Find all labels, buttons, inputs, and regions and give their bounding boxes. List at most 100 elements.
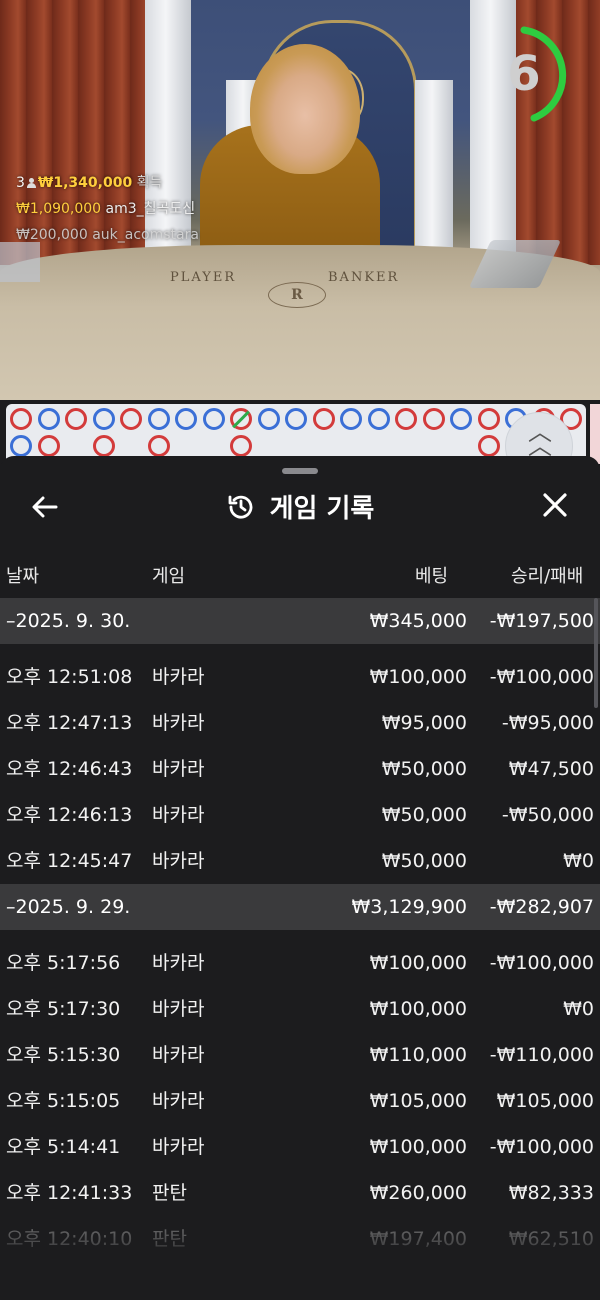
history-row[interactable]: 오후 5:17:56 바카라 ₩100,000 -₩100,000: [0, 940, 600, 986]
history-row[interactable]: 오후 12:51:08 바카라 ₩100,000 -₩100,000: [0, 654, 600, 700]
winners-count: 3: [16, 175, 25, 191]
table-label-player: PLAYER: [170, 270, 237, 285]
road-bead-player: [477, 408, 500, 430]
sheet-header: 게임 기록: [0, 482, 600, 536]
bead-road-map[interactable]: [6, 404, 586, 464]
history-row[interactable]: 오후 5:15:30 바카라 ₩110,000 -₩110,000: [0, 1032, 600, 1078]
road-bead-player: [477, 435, 500, 457]
row-win-loss: -₩95,000: [501, 712, 594, 734]
row-game: 바카라: [152, 1136, 205, 1158]
live-video-feed: R PLAYER BANKER R 3₩1,340,000 획득 ₩1,090,…: [0, 0, 600, 400]
timer-value: 6: [507, 46, 541, 102]
sheet-title-wrap: 게임 기록: [0, 490, 600, 528]
row-time: 오후 5:15:05: [6, 1090, 121, 1112]
column-header-date: 날짜: [6, 566, 40, 587]
date-group-row[interactable]: –2025. 9. 29. ₩3,129,900 -₩282,907: [0, 884, 600, 930]
road-bead-player: [230, 435, 252, 457]
winner-amount: ₩1,090,000: [16, 201, 102, 217]
road-bead-banker: [147, 408, 170, 430]
row-time: 오후 5:17:30: [6, 998, 121, 1020]
history-row[interactable]: 오후 5:15:05 바카라 ₩105,000 ₩105,000: [0, 1078, 600, 1124]
row-bet: ₩110,000: [369, 1044, 467, 1066]
sheet-title: 게임 기록: [269, 494, 375, 524]
dealer-head: [250, 44, 360, 174]
scrollbar[interactable]: [594, 598, 598, 708]
group-date: –2025. 9. 30.: [6, 610, 131, 632]
history-row[interactable]: 오후 5:17:30 바카라 ₩100,000 ₩0: [0, 986, 600, 1032]
row-game: 바카라: [152, 952, 205, 974]
list-fade: [0, 1226, 600, 1300]
winners-overlay: 3 ₩1,340,000 획득 ₩1,090,000 am3_칠곡도신 ₩200,…: [16, 170, 199, 248]
winner-entry: ₩1,090,000 am3_칠곡도신: [16, 196, 199, 222]
road-bead-player: [422, 408, 445, 430]
row-time: 오후 5:15:30: [6, 1044, 121, 1066]
road-bead-player: [395, 408, 417, 430]
row-game: 바카라: [152, 850, 205, 872]
winners-total-suffix: 획득: [136, 175, 163, 191]
row-bet: ₩100,000: [369, 998, 467, 1020]
road-bead-banker: [10, 435, 32, 457]
history-list[interactable]: –2025. 9. 30. ₩345,000 -₩197,500 오후 12:51:0…: [0, 598, 600, 1262]
row-bet: ₩100,000: [369, 952, 467, 974]
date-group-row[interactable]: –2025. 9. 30. ₩345,000 -₩197,500: [0, 598, 600, 644]
group-win-loss-total: -₩282,907: [489, 896, 594, 918]
person-icon: [26, 178, 36, 188]
row-bet: ₩260,000: [369, 1182, 467, 1204]
row-game: 바카라: [152, 1090, 205, 1112]
row-win-loss: -₩100,000: [489, 952, 594, 974]
discard-tray: [0, 242, 40, 282]
pillar: [415, 80, 453, 260]
row-win-loss: -₩100,000: [489, 666, 594, 688]
row-game: 바카라: [152, 758, 205, 780]
row-game: 바카라: [152, 712, 205, 734]
row-game: 바카라: [152, 998, 205, 1020]
row-bet: ₩50,000: [381, 758, 467, 780]
history-row[interactable]: 오후 5:14:41 바카라 ₩100,000 -₩100,000: [0, 1124, 600, 1170]
column-header-win-loss: 승리/패배: [511, 566, 584, 587]
row-bet: ₩105,000: [369, 1090, 467, 1112]
history-row[interactable]: 오후 12:41:33 판탄 ₩260,000 ₩82,333: [0, 1170, 600, 1216]
row-game: 판탄: [152, 1182, 187, 1204]
row-win-loss: -₩110,000: [489, 1044, 594, 1066]
winners-summary: 3 ₩1,340,000 획득: [16, 170, 199, 196]
road-bead-player: [10, 408, 32, 430]
table-label-banker: BANKER: [328, 270, 400, 285]
row-win-loss: ₩0: [563, 850, 594, 872]
group-bet-total: ₩3,129,900: [351, 896, 467, 918]
history-row[interactable]: 오후 12:46:13 바카라 ₩50,000 -₩50,000: [0, 792, 600, 838]
double-chevron-up-icon: ︿ ︿: [528, 418, 552, 460]
row-game: 바카라: [152, 1044, 205, 1066]
close-button[interactable]: [538, 490, 572, 528]
history-row[interactable]: 오후 12:46:43 바카라 ₩50,000 ₩47,500: [0, 746, 600, 792]
row-win-loss: ₩105,000: [496, 1090, 594, 1112]
row-time: 오후 12:41:33: [6, 1182, 133, 1204]
history-row[interactable]: 오후 12:47:13 바카라 ₩95,000 -₩95,000: [0, 700, 600, 746]
row-time: 오후 12:51:08: [6, 666, 133, 688]
row-game: 바카라: [152, 804, 205, 826]
sheet-drag-handle[interactable]: [282, 468, 318, 474]
row-bet: ₩100,000: [369, 666, 467, 688]
group-bet-total: ₩345,000: [369, 610, 467, 632]
column-header-bet: 베팅: [415, 566, 449, 587]
road-bead-banker: [285, 408, 307, 430]
road-bead-banker: [92, 408, 115, 430]
row-time: 오후 12:46:13: [6, 804, 133, 826]
road-bead-banker: [340, 408, 362, 430]
column-header-game: 게임: [152, 566, 186, 587]
road-bead-player: [120, 408, 142, 430]
road-bead-player: [92, 435, 115, 457]
row-bet: ₩95,000: [381, 712, 467, 734]
road-bead-banker: [37, 408, 60, 430]
winners-total: ₩1,340,000: [37, 175, 133, 191]
game-history-sheet: 게임 기록 날짜 게임 베팅 승리/패배 –2025. 9. 30. ₩345,0…: [0, 456, 600, 1300]
row-win-loss: -₩50,000: [501, 804, 594, 826]
row-time: 오후 12:45:47: [6, 850, 133, 872]
road-bead-player: [65, 408, 87, 430]
row-win-loss: ₩0: [563, 998, 594, 1020]
table-logo: R: [268, 282, 326, 308]
road-bead-player: [312, 408, 335, 430]
history-row[interactable]: 오후 12:45:47 바카라 ₩50,000 ₩0: [0, 838, 600, 884]
row-bet: ₩100,000: [369, 1136, 467, 1158]
winner-amount: ₩200,000: [16, 227, 88, 243]
